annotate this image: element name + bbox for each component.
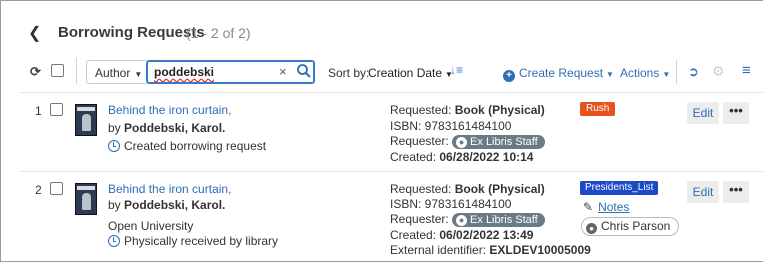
row-checkbox[interactable] bbox=[50, 182, 63, 195]
export-icon[interactable]: ➲ bbox=[688, 64, 699, 80]
person-icon: ● bbox=[586, 223, 597, 234]
requester-pill[interactable]: ● Ex Libris Staff bbox=[452, 213, 545, 227]
author-name: Poddebski, Karol. bbox=[124, 198, 226, 212]
sort-field-dropdown[interactable]: Creation Date ▼ bbox=[368, 66, 453, 80]
created-date: Created: 06/28/2022 10:14 bbox=[390, 150, 533, 164]
select-all-checkbox[interactable] bbox=[51, 64, 64, 77]
requested-value: Book (Physical) bbox=[454, 182, 545, 196]
list-badge: Presidents_List bbox=[580, 181, 659, 195]
requested-value: Book (Physical) bbox=[454, 103, 545, 117]
requested-format: Requested: Book (Physical) bbox=[390, 182, 545, 196]
status-badge: Rush bbox=[580, 102, 616, 116]
page-header: ❮ Borrowing Requests (1 - 2 of 2) bbox=[0, 0, 763, 56]
edit-button[interactable]: Edit bbox=[687, 181, 719, 203]
sort-field-value: Creation Date bbox=[368, 66, 443, 80]
search-field-dropdown[interactable]: Author ▼ bbox=[86, 60, 146, 84]
search-field-label: Author bbox=[95, 66, 131, 80]
created-label: Created: bbox=[390, 150, 437, 164]
actions-label: Actions bbox=[620, 66, 660, 80]
more-actions-button[interactable]: ••• bbox=[723, 102, 749, 124]
search-input-value: poddebski bbox=[154, 65, 215, 79]
by-prefix: by bbox=[108, 121, 121, 135]
row-number: 2 bbox=[35, 183, 42, 197]
toolbar-divider bbox=[76, 58, 77, 84]
requester: Requester: ● Ex Libris Staff bbox=[390, 212, 545, 227]
caret-down-icon: ▼ bbox=[662, 70, 671, 79]
external-label: External identifier: bbox=[390, 243, 487, 257]
toolbar-divider bbox=[676, 60, 677, 84]
edit-button[interactable]: Edit bbox=[687, 102, 719, 124]
row-divider bbox=[20, 171, 763, 172]
requester-label: Requester: bbox=[390, 212, 449, 226]
author-name: Poddebski, Karol. bbox=[124, 121, 226, 135]
requester-name: Ex Libris Staff bbox=[470, 136, 538, 148]
item-author: by Poddebski, Karol. bbox=[108, 198, 225, 212]
request-status: Physically received by library bbox=[108, 234, 278, 248]
created-value: 06/02/2022 13:49 bbox=[439, 228, 534, 242]
chevron-left-icon[interactable]: ❮ bbox=[28, 23, 41, 43]
external-identifier: External identifier: EXLDEV10005009 bbox=[390, 243, 591, 257]
isbn: ISBN: 9783161484100 bbox=[390, 197, 512, 211]
create-request-button[interactable]: + Create Request ▼ bbox=[503, 66, 614, 82]
actions-dropdown[interactable]: Actions ▼ bbox=[620, 66, 670, 80]
by-prefix: by bbox=[108, 198, 121, 212]
row-divider bbox=[20, 92, 763, 93]
book-cover-thumbnail[interactable] bbox=[75, 183, 97, 215]
person-icon: ● bbox=[456, 215, 468, 226]
result-count: (1 - 2 of 2) bbox=[186, 25, 251, 41]
row-number: 1 bbox=[35, 104, 42, 118]
isbn: ISBN: 9783161484100 bbox=[390, 119, 512, 133]
requester-label: Requester: bbox=[390, 134, 449, 148]
created-value: 06/28/2022 10:14 bbox=[439, 150, 534, 164]
status-text: Physically received by library bbox=[124, 234, 279, 248]
assignee-name: Chris Parson bbox=[601, 219, 671, 233]
caret-down-icon: ▼ bbox=[606, 70, 614, 79]
clear-icon[interactable]: × bbox=[279, 64, 287, 79]
created-date: Created: 06/02/2022 13:49 bbox=[390, 228, 533, 242]
requested-format: Requested: Book (Physical) bbox=[390, 103, 545, 117]
clock-icon bbox=[108, 235, 120, 247]
search-input[interactable]: poddebski × bbox=[146, 60, 315, 84]
clock-icon bbox=[108, 140, 120, 152]
requested-label: Requested: bbox=[390, 182, 452, 196]
partner-name: Open University bbox=[108, 219, 194, 233]
created-label: Created: bbox=[390, 228, 437, 242]
requester-pill[interactable]: ● Ex Libris Staff bbox=[452, 135, 545, 149]
status-text: Created borrowing request bbox=[124, 139, 267, 153]
plus-circle-icon: + bbox=[503, 70, 515, 82]
requester: Requester: ● Ex Libris Staff bbox=[390, 134, 545, 149]
book-cover-thumbnail[interactable] bbox=[75, 104, 97, 136]
create-request-label: Create Request bbox=[519, 66, 604, 80]
caret-down-icon: ▼ bbox=[134, 70, 143, 79]
gear-icon[interactable]: ⚙ bbox=[712, 63, 725, 80]
list-view-icon[interactable]: ≡ bbox=[742, 62, 751, 79]
search-icon[interactable] bbox=[296, 63, 312, 79]
item-author: by Poddebski, Karol. bbox=[108, 121, 225, 135]
person-icon: ● bbox=[456, 137, 468, 148]
sort-direction-icon[interactable]: ↓≡ bbox=[450, 63, 463, 77]
requested-label: Requested: bbox=[390, 103, 452, 117]
external-value: EXLDEV10005009 bbox=[489, 243, 591, 257]
assignee-pill[interactable]: ● Chris Parson bbox=[581, 217, 680, 236]
row-checkbox[interactable] bbox=[50, 103, 63, 116]
page-title: Borrowing Requests bbox=[58, 24, 205, 41]
requester-name: Ex Libris Staff bbox=[470, 214, 538, 226]
notes-icon: ✎ bbox=[583, 200, 594, 214]
more-actions-button[interactable]: ••• bbox=[723, 181, 749, 203]
notes-link[interactable]: ✎ Notes bbox=[583, 200, 629, 214]
item-title-link[interactable]: Behind the iron curtain, bbox=[108, 182, 231, 196]
notes-label: Notes bbox=[598, 200, 630, 214]
refresh-icon[interactable]: ⟳ bbox=[30, 64, 41, 80]
sort-by-label: Sort by: bbox=[328, 66, 370, 80]
item-title-link[interactable]: Behind the iron curtain, bbox=[108, 103, 231, 117]
request-status: Created borrowing request bbox=[108, 139, 266, 153]
